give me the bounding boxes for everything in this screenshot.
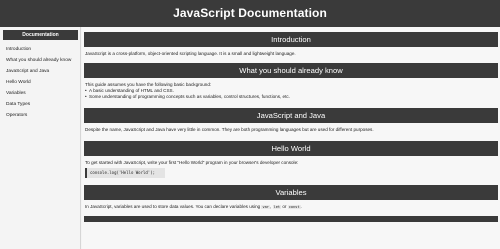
variables-text-after: .	[300, 204, 302, 209]
sidebar: Documentation Introduction What you shou…	[0, 27, 81, 249]
main-content: Introduction JavaScript is a cross-platf…	[82, 27, 500, 249]
sidebar-list: Introduction What you should already kno…	[0, 44, 80, 121]
section-heading-hello-world: Hello World	[84, 141, 498, 156]
hello-world-code-block: console.log('Hello World');	[85, 168, 165, 178]
section-heading-introduction: Introduction	[84, 32, 498, 47]
section-heading-next	[84, 216, 498, 222]
sidebar-item-operators[interactable]: Operators	[0, 110, 80, 121]
keyword-let: let	[272, 205, 282, 209]
sidebar-title: Documentation	[3, 30, 78, 40]
variables-text-before: In JavaScript, variables are used to sto…	[85, 204, 261, 209]
sidebar-item-variables[interactable]: Variables	[0, 88, 80, 99]
sidebar-item-what-you-should-know[interactable]: What you should already know	[0, 55, 80, 66]
page-title: JavaScript Documentation	[173, 6, 327, 20]
section-heading-variables: Variables	[84, 185, 498, 200]
variables-connector: or	[282, 204, 287, 209]
keyword-const: const	[287, 205, 301, 209]
sidebar-item-data-types[interactable]: Data Types	[0, 99, 80, 110]
section-heading-javascript-and-java: JavaScript and Java	[84, 108, 498, 123]
sidebar-item-hello-world[interactable]: Hello World	[0, 77, 80, 88]
section-heading-what-you-should-know: What you should already know	[84, 63, 498, 78]
sidebar-item-introduction[interactable]: Introduction	[0, 44, 80, 55]
sidebar-item-javascript-and-java[interactable]: JavaScript and Java	[0, 66, 80, 77]
keyword-var: var	[261, 205, 270, 209]
page-header: JavaScript Documentation	[0, 0, 500, 27]
